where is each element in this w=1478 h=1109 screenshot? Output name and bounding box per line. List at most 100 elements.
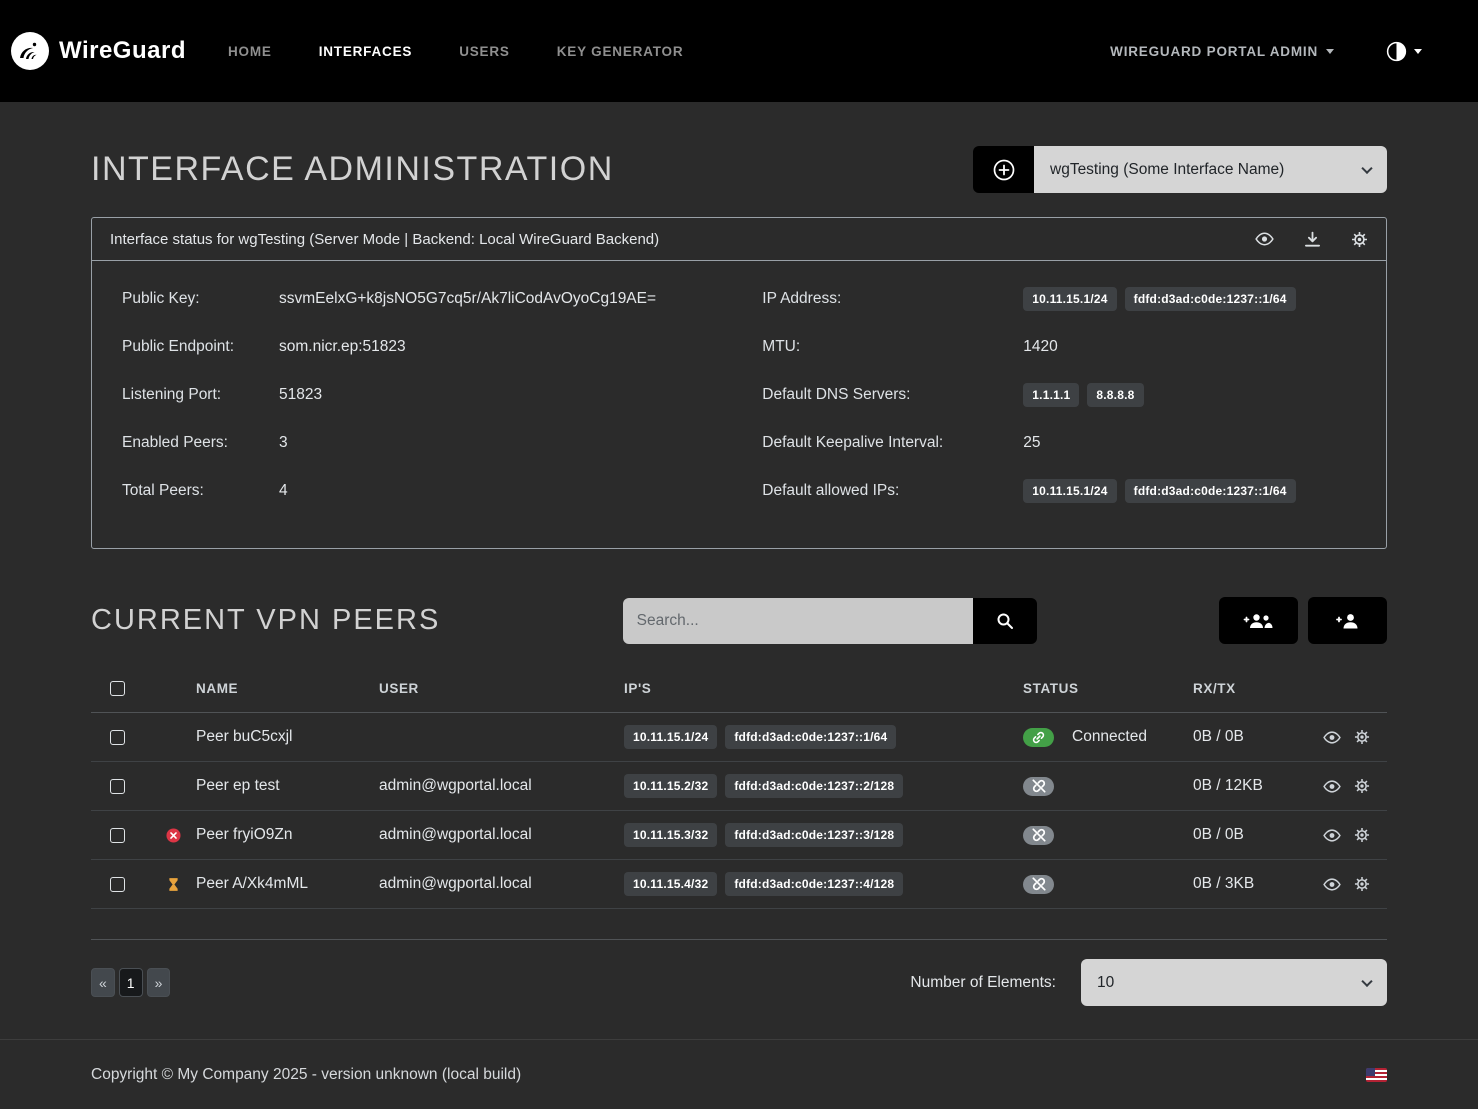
view-peer-eye-icon[interactable] xyxy=(1323,829,1341,842)
row-checkbox[interactable] xyxy=(110,730,125,745)
interface-status-card: Interface status for wgTesting (Server M… xyxy=(91,217,1387,549)
theme-toggle[interactable] xyxy=(1386,41,1422,62)
interface-select-value: wgTesting (Some Interface Name) xyxy=(1050,161,1284,179)
peer-status xyxy=(1023,777,1193,796)
theme-contrast-icon xyxy=(1386,41,1407,62)
field-value: ssvmEelxG+k8jsNO5G7cq5r/Ak7liCodAvOyoCg1… xyxy=(279,290,656,308)
peers-table: NAME USER IP'S STATUS RX/TX Peer buC5cxj… xyxy=(91,665,1387,940)
page-title: INTERFACE ADMINISTRATION xyxy=(91,150,614,189)
row-checkbox[interactable] xyxy=(110,828,125,843)
value-badge: fdfd:d3ad:c0de:1237::1/64 xyxy=(1125,287,1296,311)
peer-name: Peer buC5cxjl xyxy=(196,728,379,746)
field-value: 51823 xyxy=(279,386,322,404)
field-value: 1.1.1.18.8.8.8 xyxy=(1023,383,1143,407)
page-size-value: 10 xyxy=(1097,974,1114,992)
page-size-select[interactable]: 10 xyxy=(1081,959,1387,1006)
table-header-row: NAME USER IP'S STATUS RX/TX xyxy=(91,665,1387,713)
pagination-page-1[interactable]: 1 xyxy=(119,968,143,997)
status-row: Public Endpoint:som.nicr.ep:51823 xyxy=(122,323,762,371)
status-right-column: IP Address:10.11.15.1/24fdfd:d3ad:c0de:1… xyxy=(762,275,1386,515)
edit-peer-gear-icon[interactable] xyxy=(1354,827,1370,843)
value-badge: 10.11.15.1/24 xyxy=(1023,479,1116,503)
select-all-checkbox[interactable] xyxy=(110,681,125,696)
brand-text: WireGuard xyxy=(59,37,186,65)
search-button[interactable] xyxy=(973,598,1037,644)
nav-item-users[interactable]: USERS xyxy=(459,44,510,59)
peer-rxtx: 0B / 0B xyxy=(1193,728,1326,746)
add-interface-button[interactable] xyxy=(973,146,1034,193)
pagination-next[interactable]: » xyxy=(147,968,171,997)
field-value: 10.11.15.1/24fdfd:d3ad:c0de:1237::1/64 xyxy=(1023,479,1295,503)
peer-ips: 10.11.15.4/32fdfd:d3ad:c0de:1237::4/128 xyxy=(624,872,1023,896)
status-row: MTU:1420 xyxy=(762,323,1386,371)
interface-select[interactable]: wgTesting (Some Interface Name) xyxy=(1034,146,1387,193)
row-checkbox[interactable] xyxy=(110,877,125,892)
field-value: 1420 xyxy=(1023,338,1057,356)
footer: Copyright © My Company 2025 - version un… xyxy=(0,1039,1478,1109)
status-row: Listening Port:51823 xyxy=(122,371,762,419)
value-badge: 10.11.15.1/24 xyxy=(1023,287,1116,311)
caret-down-icon xyxy=(1326,49,1334,54)
edit-peer-gear-icon[interactable] xyxy=(1354,778,1370,794)
peer-status xyxy=(1023,826,1193,845)
search-group xyxy=(623,598,1037,644)
peer-rxtx: 0B / 12KB xyxy=(1193,777,1326,795)
peer-rxtx: 0B / 0B xyxy=(1193,826,1326,844)
nav-item-key-generator[interactable]: KEY GENERATOR xyxy=(557,44,684,59)
ip-badge: fdfd:d3ad:c0de:1237::3/128 xyxy=(725,823,903,847)
field-label: IP Address: xyxy=(762,290,1023,308)
plus-circle-icon xyxy=(993,159,1015,181)
peer-expired-hourglass-icon xyxy=(168,877,179,892)
col-header-name: NAME xyxy=(196,681,379,696)
pagination-prev[interactable]: « xyxy=(91,968,115,997)
peer-user: admin@wgportal.local xyxy=(379,826,624,844)
status-row: Total Peers:4 xyxy=(122,467,762,515)
peer-row: Peer fryiO9Zn admin@wgportal.local 10.11… xyxy=(91,811,1387,860)
view-peer-eye-icon[interactable] xyxy=(1323,780,1341,793)
status-row: Default allowed IPs:10.11.15.1/24fdfd:d3… xyxy=(762,467,1386,515)
search-input[interactable] xyxy=(623,598,973,644)
field-label: Listening Port: xyxy=(122,386,279,404)
disconnected-link-slash-icon xyxy=(1023,875,1054,894)
nav-item-interfaces[interactable]: INTERFACES xyxy=(319,44,413,59)
edit-interface-gear-icon[interactable] xyxy=(1351,231,1368,248)
ip-badge: fdfd:d3ad:c0de:1237::2/128 xyxy=(725,774,903,798)
user-menu-label: WIREGUARD PORTAL ADMIN xyxy=(1110,44,1318,59)
download-config-icon[interactable] xyxy=(1304,231,1321,248)
view-peer-eye-icon[interactable] xyxy=(1323,731,1341,744)
edit-peer-gear-icon[interactable] xyxy=(1354,876,1370,892)
peer-row: Peer buC5cxjl 10.11.15.1/24fdfd:d3ad:c0d… xyxy=(91,713,1387,762)
status-row: IP Address:10.11.15.1/24 fdfd:d3ad:c0de:1… xyxy=(762,275,1386,323)
add-multiple-peers-button[interactable] xyxy=(1219,597,1298,644)
col-header-ips: IP'S xyxy=(624,681,1023,696)
user-menu[interactable]: WIREGUARD PORTAL ADMIN xyxy=(1110,44,1334,59)
edit-peer-gear-icon[interactable] xyxy=(1354,729,1370,745)
field-value: 10.11.15.1/24 fdfd:d3ad:c0de:1237::1/64 xyxy=(1023,287,1295,311)
search-icon xyxy=(996,612,1014,630)
pagination: « 1 » xyxy=(91,968,170,997)
status-row: Default Keepalive Interval:25 xyxy=(762,419,1386,467)
view-peer-eye-icon[interactable] xyxy=(1323,878,1341,891)
field-value: som.nicr.ep:51823 xyxy=(279,338,406,356)
nav-item-home[interactable]: HOME xyxy=(228,44,272,59)
field-label: Default allowed IPs: xyxy=(762,482,1023,500)
field-label: Public Endpoint: xyxy=(122,338,279,356)
field-value: 3 xyxy=(279,434,288,452)
field-label: Enabled Peers: xyxy=(122,434,279,452)
table-bottom-spacer xyxy=(91,909,1387,940)
field-label: Default DNS Servers: xyxy=(762,386,1023,404)
col-header-rxtx: RX/TX xyxy=(1193,681,1326,696)
brand[interactable]: WireGuard xyxy=(10,31,186,71)
ip-badge: 10.11.15.4/32 xyxy=(624,872,717,896)
row-checkbox[interactable] xyxy=(110,779,125,794)
view-config-icon[interactable] xyxy=(1255,232,1274,246)
peer-name: Peer A/Xk4mML xyxy=(196,875,379,893)
value-badge: 1.1.1.1 xyxy=(1023,383,1079,407)
ip-badge: fdfd:d3ad:c0de:1237::1/64 xyxy=(725,725,896,749)
us-flag-icon[interactable] xyxy=(1366,1068,1387,1082)
chevron-down-icon xyxy=(1361,162,1372,173)
add-peer-button[interactable] xyxy=(1308,597,1387,644)
elements-per-page-label: Number of Elements: xyxy=(910,974,1056,992)
status-label: Connected xyxy=(1072,728,1147,746)
field-label: Total Peers: xyxy=(122,482,279,500)
